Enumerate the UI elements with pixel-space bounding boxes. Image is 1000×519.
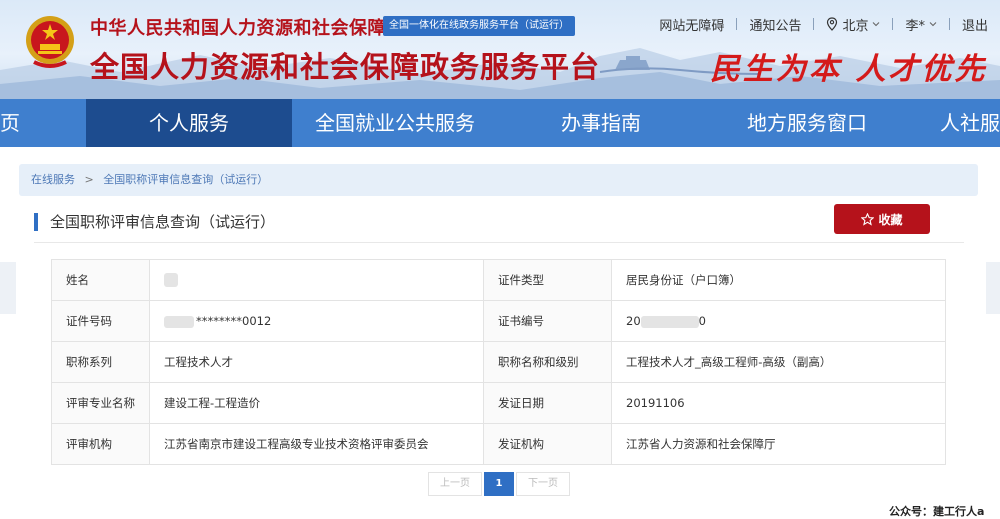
breadcrumb-root-link[interactable]: 在线服务 [31, 173, 75, 186]
table-row: 证件号码 ********0012 证书编号 20 0 [51, 300, 946, 342]
nav-item-service-guide[interactable]: 办事指南 [498, 99, 704, 147]
star-icon [861, 212, 875, 226]
issuer-value: 江苏省人力资源和社会保障厅 [611, 423, 946, 465]
breadcrumb: 在线服务 > 全国职称评审信息查询（试运行） [19, 164, 978, 196]
breadcrumb-separator: > [84, 173, 94, 186]
slogan-text: 民生为本 人才优先 [710, 52, 988, 87]
page-1-button[interactable]: 1 [484, 472, 514, 496]
main-nav: 页 个人服务 全国就业公共服务 办事指南 地方服务窗口 人社服务 [0, 99, 1000, 147]
review-org-value: 江苏省南京市建设工程高级专业技术资格评审委员会 [149, 423, 484, 465]
location-pin-icon [827, 17, 838, 31]
logout-link[interactable]: 退出 [950, 15, 1000, 34]
ministry-name: 中华人民共和国人力资源和社会保障部 [90, 18, 405, 39]
chevron-down-icon [929, 22, 937, 27]
title-info-table: 姓名 证件类型 居民身份证（户口簿） 证件号码 ********0012 证书编… [51, 259, 946, 465]
name-value [149, 259, 484, 301]
id-type-label: 证件类型 [483, 259, 612, 301]
favorite-button[interactable]: 收藏 [834, 204, 930, 234]
watermark-text: 公众号：建工行人a [889, 505, 985, 518]
issuer-label: 发证机构 [483, 423, 612, 465]
user-name: 李* [905, 18, 925, 34]
redacted-mask [640, 315, 699, 328]
nav-item-hr-services[interactable]: 人社服务 [910, 99, 1000, 147]
title-level-label: 职称名称和级别 [483, 341, 612, 383]
favorite-label: 收藏 [878, 212, 903, 227]
next-page-button[interactable]: 下一页 [516, 472, 570, 496]
name-label: 姓名 [51, 259, 150, 301]
page-title: 全国职称评审信息查询（试运行） [50, 213, 276, 231]
prev-page-button[interactable]: 上一页 [428, 472, 482, 496]
nav-item-employment-services[interactable]: 全国就业公共服务 [292, 99, 498, 147]
section-divider [34, 242, 964, 243]
national-emblem-icon [26, 16, 74, 68]
platform-title: 全国人力资源和社会保障政务服务平台 [90, 50, 601, 84]
user-menu[interactable]: 李* [893, 15, 949, 34]
review-org-label: 评审机构 [51, 423, 150, 465]
chevron-down-icon [873, 22, 880, 27]
title-level-value: 工程技术人才_高级工程师-高级（副高） [611, 341, 946, 383]
title-series-value: 工程技术人才 [149, 341, 484, 383]
table-row: 评审机构 江苏省南京市建设工程高级专业技术资格评审委员会 发证机构 江苏省人力资… [51, 423, 946, 465]
platform-badge: 全国一体化在线政务服务平台（试运行） [383, 16, 575, 36]
issue-date-label: 发证日期 [483, 382, 612, 424]
side-scroll-tab-right [986, 262, 1000, 314]
accessibility-link[interactable]: 网站无障碍 [647, 15, 736, 34]
nav-item-local-windows[interactable]: 地方服务窗口 [704, 99, 910, 147]
issue-date-value: 20191106 [611, 382, 946, 424]
table-row: 职称系列 工程技术人才 职称名称和级别 工程技术人才_高级工程师-高级（副高） [51, 341, 946, 383]
city-label: 北京 [842, 18, 869, 34]
certificate-number-label: 证书编号 [483, 300, 612, 342]
table-row: 评审专业名称 建设工程-工程造价 发证日期 20191106 [51, 382, 946, 424]
review-major-label: 评审专业名称 [51, 382, 150, 424]
pagination: 上一页 1 下一页 [428, 472, 570, 496]
side-scroll-tab-left [0, 262, 16, 314]
id-type-value: 居民身份证（户口簿） [611, 259, 946, 301]
redacted-mask [164, 273, 178, 288]
id-number-value: ********0012 [149, 300, 484, 342]
title-series-label: 职称系列 [51, 341, 150, 383]
review-major-value: 建设工程-工程造价 [149, 382, 484, 424]
notice-link[interactable]: 通知公告 [737, 15, 813, 34]
city-selector[interactable]: 北京 [814, 15, 892, 34]
breadcrumb-current[interactable]: 全国职称评审信息查询（试运行） [103, 173, 268, 186]
nav-item-personal-services[interactable]: 个人服务 [86, 99, 292, 147]
section-accent-bar [34, 213, 38, 231]
redacted-mask [164, 315, 194, 328]
site-header: 中华人民共和国人力资源和社会保障部 全国一体化在线政务服务平台（试运行） 全国人… [0, 0, 1000, 99]
table-row: 姓名 证件类型 居民身份证（户口簿） [51, 259, 946, 301]
top-links-bar: 网站无障碍 通知公告 北京 李* 退出 [647, 14, 1000, 34]
nav-item-home[interactable]: 页 [0, 99, 86, 147]
id-number-label: 证件号码 [51, 300, 150, 342]
certificate-number-value: 20 0 [611, 300, 946, 342]
